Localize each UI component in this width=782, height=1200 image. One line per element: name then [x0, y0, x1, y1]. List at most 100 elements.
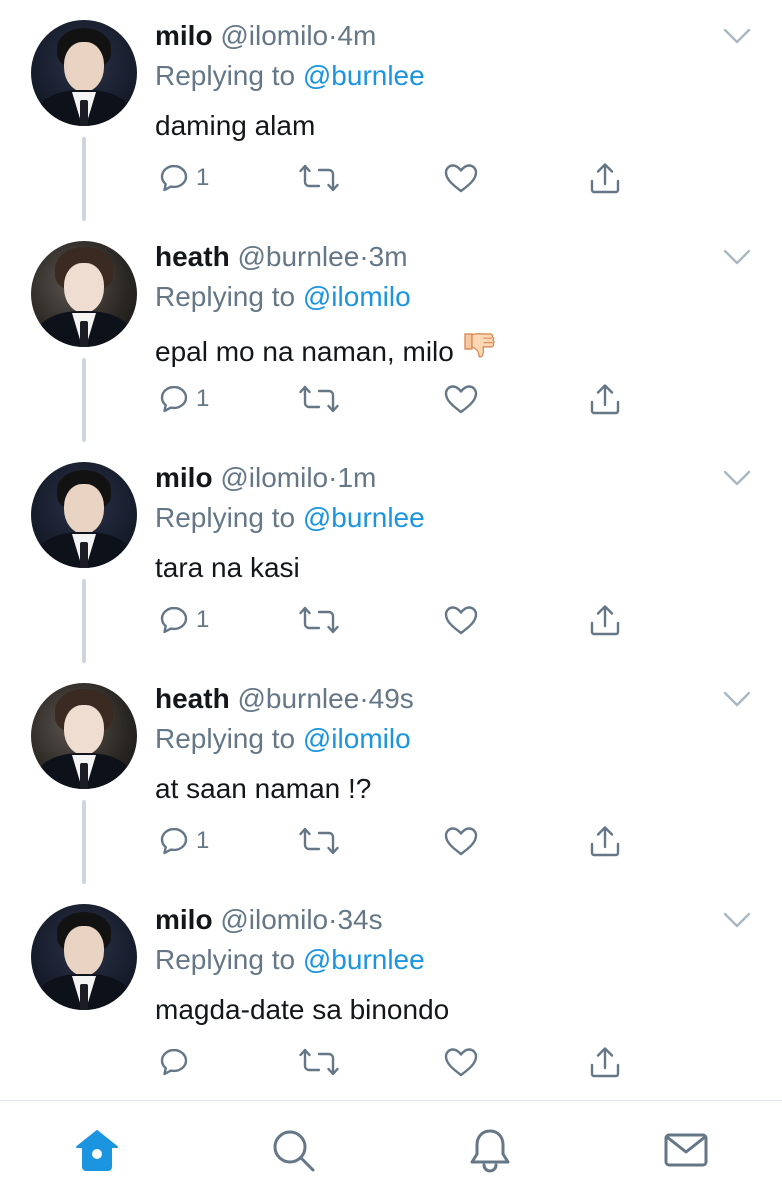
retweet-button[interactable] — [299, 158, 339, 198]
user-handle[interactable]: @burnlee — [237, 683, 359, 714]
tweet[interactable]: milo @ilomilo·4m Replying to @burnlee da… — [0, 0, 782, 221]
timestamp[interactable]: 34s — [337, 904, 382, 935]
heart-icon — [443, 1046, 479, 1078]
reply-icon — [158, 825, 190, 857]
retweet-button[interactable] — [299, 379, 339, 419]
like-button[interactable] — [443, 600, 479, 640]
retweet-icon — [299, 1046, 339, 1078]
replying-to: Replying to @ilomilo — [155, 279, 765, 315]
retweet-button[interactable] — [299, 600, 339, 640]
replying-to-label: Replying to — [155, 502, 296, 533]
tweet-header: milo @ilomilo·34s — [155, 902, 765, 938]
like-button[interactable] — [443, 1042, 479, 1082]
thread-connector-line — [82, 137, 86, 221]
replying-to-label: Replying to — [155, 60, 296, 91]
display-name[interactable]: heath — [155, 241, 230, 272]
like-button[interactable] — [443, 821, 479, 861]
replying-to-handle[interactable]: @burnlee — [303, 502, 425, 533]
reply-icon — [158, 604, 190, 636]
tab-search[interactable] — [268, 1127, 318, 1177]
tweet-text: daming alam — [155, 110, 316, 141]
share-icon — [588, 603, 622, 637]
replying-to-handle[interactable]: @burnlee — [303, 944, 425, 975]
share-icon — [588, 382, 622, 416]
avatar[interactable] — [31, 241, 137, 347]
reply-button[interactable]: 1 — [158, 821, 209, 861]
tweet[interactable]: milo @ilomilo·34s Replying to @burnlee m… — [0, 884, 782, 1105]
timestamp[interactable]: 1m — [337, 462, 376, 493]
like-button[interactable] — [443, 379, 479, 419]
display-name[interactable]: milo — [155, 462, 213, 493]
replying-to: Replying to @burnlee — [155, 942, 765, 978]
share-icon — [588, 824, 622, 858]
avatar[interactable] — [31, 904, 137, 1010]
chevron-down-icon[interactable] — [722, 26, 752, 46]
search-icon — [270, 1127, 316, 1178]
replying-to-label: Replying to — [155, 944, 296, 975]
tweet[interactable]: milo @ilomilo·1m Replying to @burnlee ta… — [0, 442, 782, 663]
reply-button[interactable]: 1 — [158, 379, 209, 419]
display-name[interactable]: heath — [155, 683, 230, 714]
tweet-actions: 1 — [155, 600, 635, 640]
like-button[interactable] — [443, 158, 479, 198]
tweet[interactable]: heath @burnlee·49s Replying to @ilomilo … — [0, 663, 782, 884]
heart-icon — [443, 825, 479, 857]
share-button[interactable] — [588, 821, 622, 861]
display-name[interactable]: milo — [155, 904, 213, 935]
tweet-actions — [155, 1042, 635, 1082]
tweet-text-content: epal mo na naman, milo — [155, 336, 454, 367]
share-button[interactable] — [588, 158, 622, 198]
chevron-down-icon[interactable] — [722, 468, 752, 488]
replying-to-handle[interactable]: @ilomilo — [303, 281, 411, 312]
thumbs-down-emoji-icon — [460, 329, 496, 374]
chevron-down-icon[interactable] — [722, 247, 752, 267]
reply-count: 1 — [196, 385, 210, 412]
timestamp[interactable]: 49s — [369, 683, 414, 714]
user-handle[interactable]: @burnlee — [237, 241, 359, 272]
share-icon — [588, 161, 622, 195]
share-button[interactable] — [588, 379, 622, 419]
tweet-text: epal mo na naman, milo — [155, 329, 765, 374]
avatar[interactable] — [31, 462, 137, 568]
replying-to-label: Replying to — [155, 281, 296, 312]
user-handle[interactable]: @ilomilo — [220, 462, 328, 493]
replying-to: Replying to @burnlee — [155, 500, 765, 536]
tweet-header: milo @ilomilo·1m — [155, 460, 765, 496]
reply-button[interactable]: 1 — [158, 600, 209, 640]
tweet-actions: 1 — [155, 379, 635, 419]
chevron-down-icon[interactable] — [722, 910, 752, 930]
messages-icon — [663, 1127, 709, 1178]
tab-messages[interactable] — [661, 1127, 711, 1177]
timestamp[interactable]: 4m — [337, 20, 376, 51]
notifications-icon — [467, 1127, 513, 1178]
tab-home[interactable] — [72, 1127, 122, 1177]
reply-button[interactable] — [158, 1042, 196, 1082]
tab-notifications[interactable] — [465, 1127, 515, 1177]
retweet-button[interactable] — [299, 1042, 339, 1082]
display-name[interactable]: milo — [155, 20, 213, 51]
replying-to-handle[interactable]: @ilomilo — [303, 723, 411, 754]
replying-to-handle[interactable]: @burnlee — [303, 60, 425, 91]
heart-icon — [443, 604, 479, 636]
retweet-button[interactable] — [299, 821, 339, 861]
replying-to-label: Replying to — [155, 723, 296, 754]
avatar[interactable] — [31, 20, 137, 126]
timestamp[interactable]: 3m — [369, 241, 408, 272]
heart-icon — [443, 162, 479, 194]
tweet-thread: milo @ilomilo·4m Replying to @burnlee da… — [0, 0, 782, 1100]
reply-button[interactable]: 1 — [158, 158, 209, 198]
avatar[interactable] — [31, 683, 137, 789]
share-button[interactable] — [588, 600, 622, 640]
user-handle[interactable]: @ilomilo — [220, 904, 328, 935]
reply-count: 1 — [196, 164, 210, 191]
reply-icon — [158, 1046, 190, 1078]
replying-to: Replying to @burnlee — [155, 58, 765, 94]
reply-icon — [158, 162, 190, 194]
tweet-header: heath @burnlee·49s — [155, 681, 765, 717]
chevron-down-icon[interactable] — [722, 689, 752, 709]
share-button[interactable] — [588, 1042, 622, 1082]
tweet[interactable]: heath @burnlee·3m Replying to @ilomilo e… — [0, 221, 782, 442]
retweet-icon — [299, 162, 339, 194]
user-handle[interactable]: @ilomilo — [220, 20, 328, 51]
retweet-icon — [299, 604, 339, 636]
